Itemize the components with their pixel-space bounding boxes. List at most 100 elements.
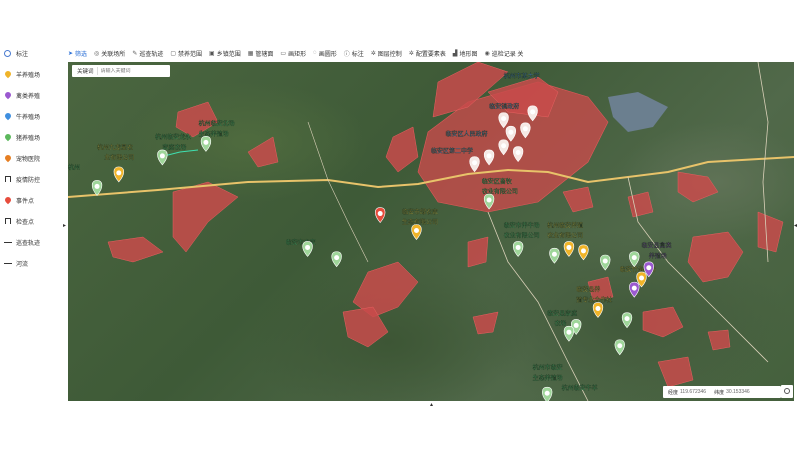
restricted-zone [172, 181, 239, 253]
map-marker-pig[interactable] [614, 339, 625, 356]
map-marker-pig[interactable] [600, 254, 611, 271]
legend-item[interactable]: 宠物医院 [3, 151, 40, 165]
legend-item[interactable]: 猪养殖场 [3, 130, 41, 144]
map-view[interactable]: 杭州九龙星农 业有限公司 杭州临安龙永 家庭农场 杭州临安北场 生态养殖场 杭州 临安市农家临… [68, 62, 794, 401]
marker-animal-icon [116, 170, 122, 176]
road [307, 121, 369, 263]
marker-animal-icon [472, 160, 478, 166]
toolbar-button[interactable]: ➤ 筛选 [68, 49, 87, 58]
map-label: 杭州临安养殖 [547, 221, 583, 229]
toolbar-button[interactable]: ▣ 乡镇范围 [209, 49, 241, 58]
pin-icon [3, 153, 13, 163]
toolbar-button[interactable]: ✲ 配置要素表 [409, 49, 446, 58]
toolbar-button[interactable]: ▭ 画矩形 [280, 49, 306, 58]
pin-icon [3, 111, 13, 121]
map-marker-sheep[interactable] [578, 244, 589, 261]
toolbar-button[interactable]: ✎ 巡查轨迹 [132, 49, 163, 58]
map-marker-sheep[interactable] [411, 224, 422, 240]
map-marker-pig[interactable] [629, 251, 640, 268]
restricted-zone [107, 236, 164, 263]
eye-icon: ◉ [484, 50, 490, 57]
rect-icon: ▭ [280, 50, 287, 57]
restricted-zone [642, 306, 684, 338]
map-marker-poultry[interactable] [629, 281, 640, 298]
legend-item-label: 猪养殖场 [16, 135, 41, 142]
legend-item[interactable]: 检查点 [4, 214, 34, 228]
toolbar-button[interactable]: ▦ 管辖面 [248, 49, 274, 58]
toolbar-button[interactable]: ▢ 禁养范围 [170, 49, 202, 58]
toolbar-button[interactable]: ◎ 关联场所 [94, 49, 125, 58]
legend-item[interactable]: 羊养殖场 [3, 67, 40, 81]
pin-icon [3, 195, 13, 205]
map-label: 家庭农场 [162, 143, 186, 151]
map-marker-pig[interactable] [621, 312, 633, 329]
legend-item-label: 巡查轨迹 [16, 240, 41, 247]
gear-icon: ✲ [408, 50, 414, 57]
legend-item[interactable]: 疫情防控 [4, 172, 40, 186]
map-marker-pig[interactable] [200, 136, 212, 152]
cursor-icon: ➤ [68, 50, 74, 57]
toolbar-button-label: 禁养范围 [178, 51, 203, 58]
map-marker-sheep[interactable] [113, 166, 124, 183]
map-label: 临安县禽类 [642, 242, 672, 250]
collapse-right-icon[interactable]: ◂ [794, 222, 797, 229]
legend-item[interactable]: 牛养殖场 [3, 109, 40, 123]
marker-animal-icon [486, 153, 492, 159]
marker-animal-icon [595, 305, 601, 311]
toolbar-button[interactable]: ◉ 巡检记录 关 [484, 49, 523, 58]
map-marker-pig[interactable] [563, 325, 575, 342]
marker-animal-icon [580, 248, 586, 254]
search-input[interactable] [97, 68, 164, 74]
map-marker-event[interactable] [375, 207, 386, 224]
toolbar-button-label: 巡检记录 关 [491, 51, 524, 58]
toolbar-button[interactable]: ⓘ 标注 [344, 49, 364, 58]
restricted-zone [687, 231, 744, 283]
marker-animal-icon [566, 329, 572, 335]
pin-icon [3, 69, 13, 79]
marker-animal-icon [631, 255, 637, 261]
longitude-label: 经度 [668, 389, 679, 396]
legend-item[interactable]: 标注 [4, 46, 28, 60]
pin-outline-icon: ◎ [94, 50, 100, 57]
locate-button[interactable] [781, 385, 793, 398]
marker-animal-icon [566, 244, 572, 250]
longitude-value: 119.672346 [680, 389, 707, 395]
map-marker-pig[interactable] [331, 251, 342, 268]
gear-icon: ✲ [370, 50, 376, 57]
legend-item[interactable]: 巡查轨迹 [4, 235, 40, 249]
collapse-bottom-icon[interactable]: ▴ [430, 401, 433, 408]
marker-animal-icon [573, 322, 579, 328]
latitude-label: 纬度 [714, 389, 725, 396]
map-label: 临安镇政府 [489, 103, 519, 111]
map-label: 养殖场 [649, 252, 667, 260]
map-marker-pig[interactable] [541, 386, 553, 401]
legend-item[interactable]: 事件点 [3, 193, 34, 207]
restricted-zone [707, 329, 731, 351]
restricted-zone [247, 136, 279, 168]
toolbar-button[interactable]: ▟ 地形图 [453, 49, 478, 58]
legend-item[interactable]: 河流 [4, 256, 28, 270]
toolbar-button[interactable]: ✲ 图层控制 [371, 49, 402, 58]
toolbar-button-label: 画圆形 [318, 51, 337, 58]
map-marker-pig[interactable] [549, 247, 560, 264]
marker-animal-icon [617, 343, 623, 349]
map-label: 杭州临安北场 [199, 120, 235, 128]
map-label: 杭州市某大学 [504, 72, 540, 80]
map-marker-pig[interactable] [302, 241, 313, 257]
map-marker-sheep[interactable] [563, 241, 575, 257]
map-marker-sheep[interactable] [592, 302, 604, 318]
restricted-zone [472, 311, 499, 335]
legend-item-label: 河流 [16, 261, 29, 268]
collapse-left-icon[interactable]: ▸ [63, 222, 66, 229]
restricted-zone [677, 171, 719, 203]
marker-animal-icon [522, 126, 528, 132]
map-marker-pig[interactable] [91, 180, 103, 196]
toolbar-button[interactable]: ◌ 画圆形 [313, 49, 337, 58]
marker-animal-icon [159, 153, 165, 159]
map-marker-pig[interactable] [512, 241, 524, 257]
legend-item[interactable]: 禽类养殖 [3, 88, 40, 102]
restricted-zone [467, 236, 489, 268]
marker-animal-icon [508, 129, 514, 135]
marker-animal-icon [413, 228, 419, 233]
map-marker-pig[interactable] [157, 149, 168, 166]
